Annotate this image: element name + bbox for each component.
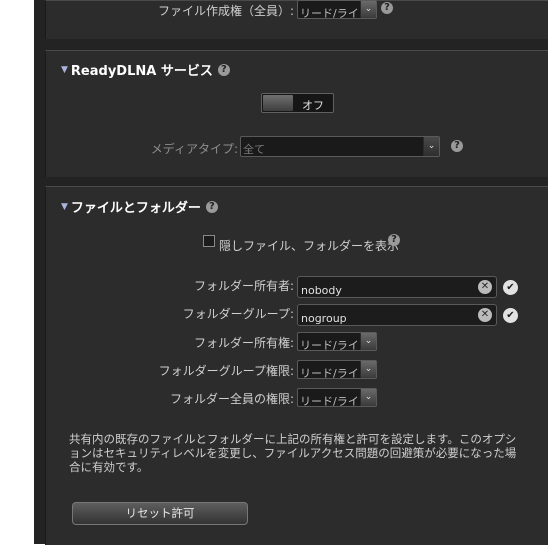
media-type-value: 全て bbox=[243, 143, 265, 156]
show-hidden-checkbox[interactable] bbox=[203, 235, 215, 247]
folder-owner-label: フォルダー所有者: bbox=[193, 279, 294, 293]
media-type-select[interactable]: 全て ⌄ bbox=[240, 136, 440, 157]
reset-permissions-button[interactable]: リセット許可 bbox=[72, 502, 248, 525]
help-icon[interactable]: ? bbox=[381, 2, 393, 14]
folder-group-label: フォルダーグループ: bbox=[182, 307, 294, 321]
help-icon[interactable]: ? bbox=[205, 200, 218, 213]
help-icon[interactable]: ? bbox=[217, 63, 230, 76]
chevron-down-icon: ⌄ bbox=[360, 333, 376, 350]
help-icon[interactable]: ? bbox=[451, 140, 463, 152]
chevron-down-icon: ⌄ bbox=[360, 1, 376, 18]
clear-icon[interactable]: ✕ bbox=[478, 280, 492, 294]
everyone-permission-label: フォルダー全員の権限: bbox=[169, 392, 294, 406]
file-permission-label: ファイル作成権（全員）: bbox=[157, 4, 294, 18]
owner-permission-label: フォルダー所有権: bbox=[193, 336, 294, 350]
permission-info-text: 共有内の既存のファイルとフォルダーに上記の所有権と許可を設定します。このオプショ… bbox=[69, 432, 517, 474]
checkmark-icon[interactable]: ✔ bbox=[503, 308, 518, 323]
dlna-toggle[interactable]: オフ bbox=[261, 93, 334, 113]
files-title-text: ファイルとフォルダー bbox=[70, 201, 201, 216]
folder-group-input[interactable]: nogroup ✕ bbox=[297, 304, 497, 326]
folder-group-value: nogroup bbox=[301, 312, 347, 325]
everyone-permission-select[interactable]: リード/ライト ⌄ bbox=[297, 388, 377, 408]
help-icon[interactable]: ? bbox=[388, 234, 400, 246]
owner-permission-select[interactable]: リード/ライト ⌄ bbox=[297, 332, 377, 352]
folder-owner-value: nobody bbox=[301, 284, 342, 297]
dlna-title-text: ReadyDLNA サービス bbox=[70, 64, 213, 79]
clear-icon[interactable]: ✕ bbox=[478, 308, 492, 322]
group-permission-label: フォルダーグループ権限: bbox=[158, 364, 294, 378]
files-section-title[interactable]: ▼ ファイルとフォルダー ? bbox=[61, 197, 218, 216]
triangle-down-icon: ▼ bbox=[61, 201, 68, 212]
chevron-down-icon: ⌄ bbox=[360, 361, 376, 378]
media-type-label: メディアタイプ: bbox=[150, 142, 238, 156]
toggle-label: オフ bbox=[302, 99, 324, 112]
show-hidden-label: 隠しファイル、フォルダーを表示 bbox=[219, 239, 400, 253]
checkmark-icon[interactable]: ✔ bbox=[503, 280, 518, 295]
chevron-down-icon: ⌄ bbox=[423, 137, 439, 156]
dlna-section-title[interactable]: ▼ ReadyDLNA サービス ? bbox=[61, 60, 230, 79]
toggle-knob bbox=[263, 95, 293, 111]
group-permission-select[interactable]: リード/ライト ⌄ bbox=[297, 360, 377, 380]
folder-owner-input[interactable]: nobody ✕ bbox=[297, 276, 497, 298]
chevron-down-icon: ⌄ bbox=[360, 389, 376, 406]
file-permission-select[interactable]: リード/ライト ⌄ bbox=[297, 0, 377, 20]
triangle-down-icon: ▼ bbox=[61, 64, 68, 75]
